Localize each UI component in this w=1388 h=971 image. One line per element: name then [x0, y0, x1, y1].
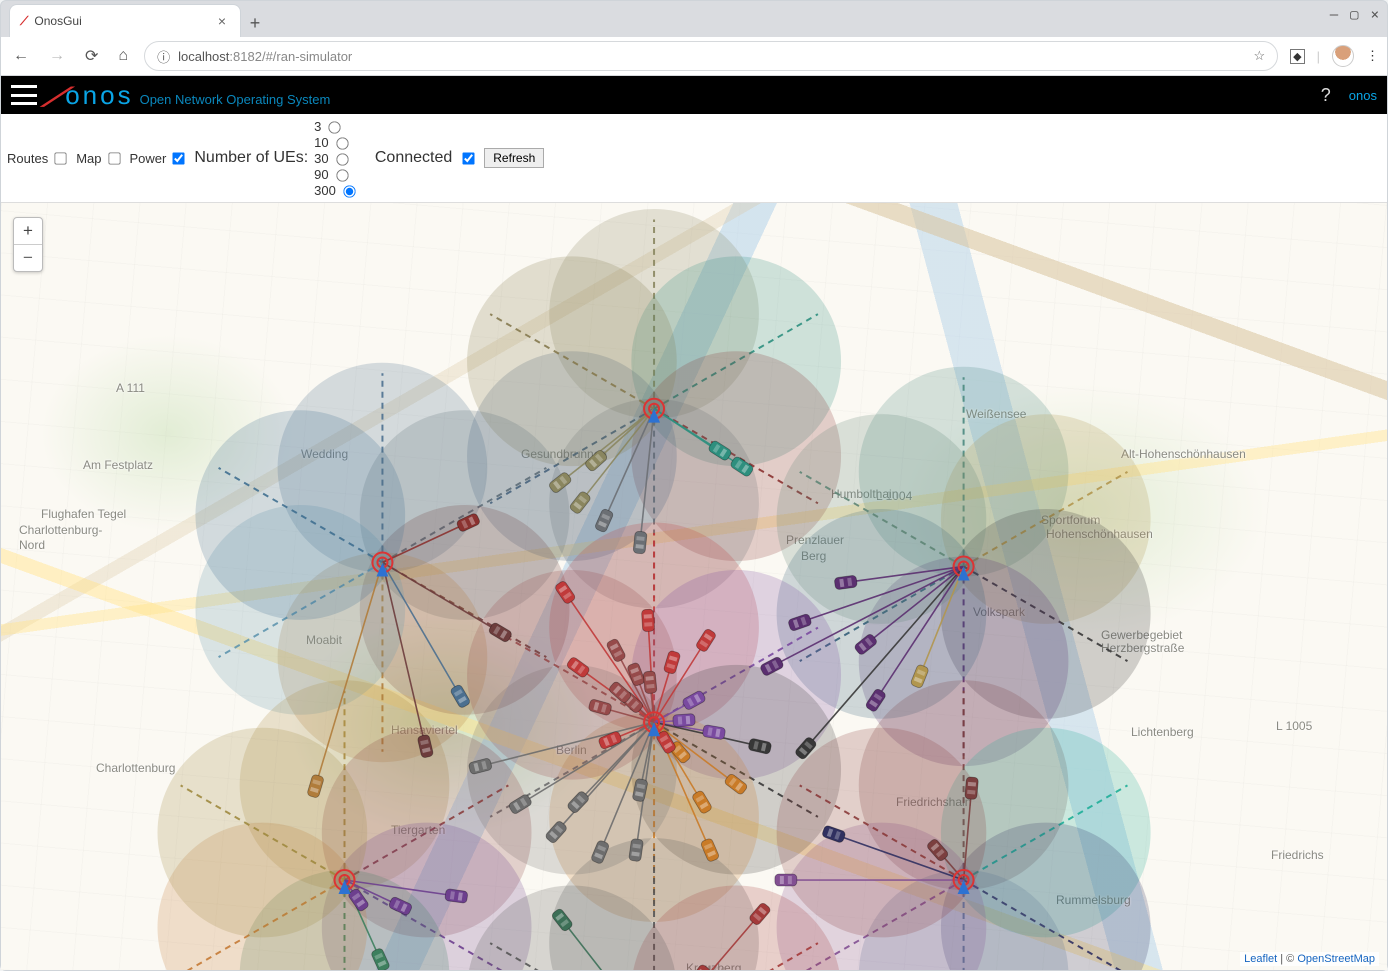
- ues-radio-input-10[interactable]: [336, 137, 348, 149]
- hamburger-menu-button[interactable]: [11, 85, 37, 105]
- tab-title: OnosGui: [34, 14, 81, 28]
- sim-toolbar: Routes Map Power Number of UEs: 3 10 30 …: [1, 114, 1387, 203]
- ue-car-icon: [629, 838, 644, 861]
- nav-back-button[interactable]: ←: [9, 47, 33, 65]
- ues-radio-10[interactable]: 10: [314, 134, 359, 150]
- ues-radio-input-30[interactable]: [336, 153, 348, 165]
- ue-car-icon: [673, 714, 696, 727]
- url-host: localhost: [178, 49, 229, 64]
- url-port: :8182: [229, 49, 262, 64]
- nav-forward-button[interactable]: →: [45, 47, 69, 65]
- new-tab-button[interactable]: +: [241, 9, 269, 37]
- browser-window: ⟋ OnosGui × + — ▢ × ← → ⟳ ⌂ ⓘ localhost:…: [0, 0, 1388, 971]
- connected-label: Connected: [375, 149, 452, 167]
- window-controls: — ▢ ×: [1330, 7, 1379, 23]
- ue-car-icon: [641, 609, 654, 632]
- ues-label: Number of UEs:: [194, 149, 308, 167]
- nav-reload-button[interactable]: ⟳: [81, 46, 102, 66]
- power-checkbox[interactable]: [173, 152, 185, 164]
- separator: |: [1317, 49, 1320, 64]
- map-canvas[interactable]: WeddingGesundbrunnenPrenzlauerBergWeißen…: [1, 203, 1387, 970]
- tab-close-icon[interactable]: ×: [214, 13, 230, 29]
- routes-checkbox[interactable]: [55, 152, 67, 164]
- extension-icon[interactable]: ◆: [1290, 49, 1304, 64]
- ues-radio-input-3[interactable]: [329, 121, 341, 133]
- brand-name: onos: [65, 80, 133, 111]
- zoom-control: + −: [13, 217, 43, 272]
- ues-radio-group: 3 10 30 90 300: [314, 118, 363, 198]
- map-attribution: Leaflet | © OpenStreetMap: [1240, 952, 1379, 966]
- favicon-swoosh-icon: ⟋: [20, 14, 28, 29]
- ues-radio-input-90[interactable]: [336, 169, 348, 181]
- ue-car-icon: [775, 874, 797, 886]
- brand-subtitle: Open Network Operating System: [140, 92, 331, 107]
- ue-car-icon: [633, 531, 647, 554]
- ues-radio-90[interactable]: 90: [314, 166, 359, 182]
- zoom-in-button[interactable]: +: [14, 218, 42, 245]
- help-icon[interactable]: ?: [1321, 85, 1331, 106]
- leaflet-link[interactable]: Leaflet: [1244, 953, 1277, 965]
- profile-avatar-icon[interactable]: [1332, 45, 1354, 67]
- ue-car-icon: [643, 671, 657, 694]
- ues-radio-300[interactable]: 300: [314, 182, 359, 198]
- routes-toggle[interactable]: Routes: [7, 149, 70, 168]
- map-checkbox[interactable]: [108, 152, 120, 164]
- ues-radio-3[interactable]: 3: [314, 118, 359, 134]
- user-link[interactable]: onos: [1349, 88, 1377, 103]
- site-info-icon[interactable]: ⓘ: [157, 47, 170, 66]
- connected-checkbox[interactable]: [463, 152, 475, 164]
- power-toggle[interactable]: Power: [130, 149, 189, 168]
- address-bar[interactable]: ⓘ localhost:8182/#/ran-simulator ☆: [144, 41, 1278, 71]
- browser-actions: ◆ | ⋮: [1290, 45, 1379, 67]
- kebab-menu-icon[interactable]: ⋮: [1366, 48, 1379, 64]
- map-toggle[interactable]: Map: [76, 149, 123, 168]
- ues-radio-30[interactable]: 30: [314, 150, 359, 166]
- tab-strip: ⟋ OnosGui × + — ▢ ×: [1, 1, 1387, 37]
- window-maximize-button[interactable]: ▢: [1350, 7, 1358, 23]
- window-close-button[interactable]: ×: [1371, 7, 1379, 23]
- topology-layer: [1, 203, 1387, 970]
- osm-link[interactable]: OpenStreetMap: [1297, 953, 1375, 965]
- brand: ⟋ onos Open Network Operating System: [45, 80, 330, 111]
- app-header: ⟋ onos Open Network Operating System ? o…: [1, 76, 1387, 114]
- bookmark-star-icon[interactable]: ☆: [1253, 48, 1265, 64]
- ue-car-icon: [965, 777, 979, 800]
- ues-radio-input-300[interactable]: [343, 185, 355, 197]
- browser-tab[interactable]: ⟋ OnosGui ×: [9, 4, 241, 37]
- ue-car-icon: [834, 575, 857, 590]
- window-minimize-button[interactable]: —: [1330, 7, 1338, 23]
- nav-home-button[interactable]: ⌂: [114, 47, 132, 65]
- ue-car-icon: [445, 889, 468, 904]
- refresh-button[interactable]: Refresh: [484, 148, 544, 168]
- address-row: ← → ⟳ ⌂ ⓘ localhost:8182/#/ran-simulator…: [1, 37, 1387, 76]
- zoom-out-button[interactable]: −: [14, 245, 42, 271]
- url-path: /#/ran-simulator: [262, 49, 352, 64]
